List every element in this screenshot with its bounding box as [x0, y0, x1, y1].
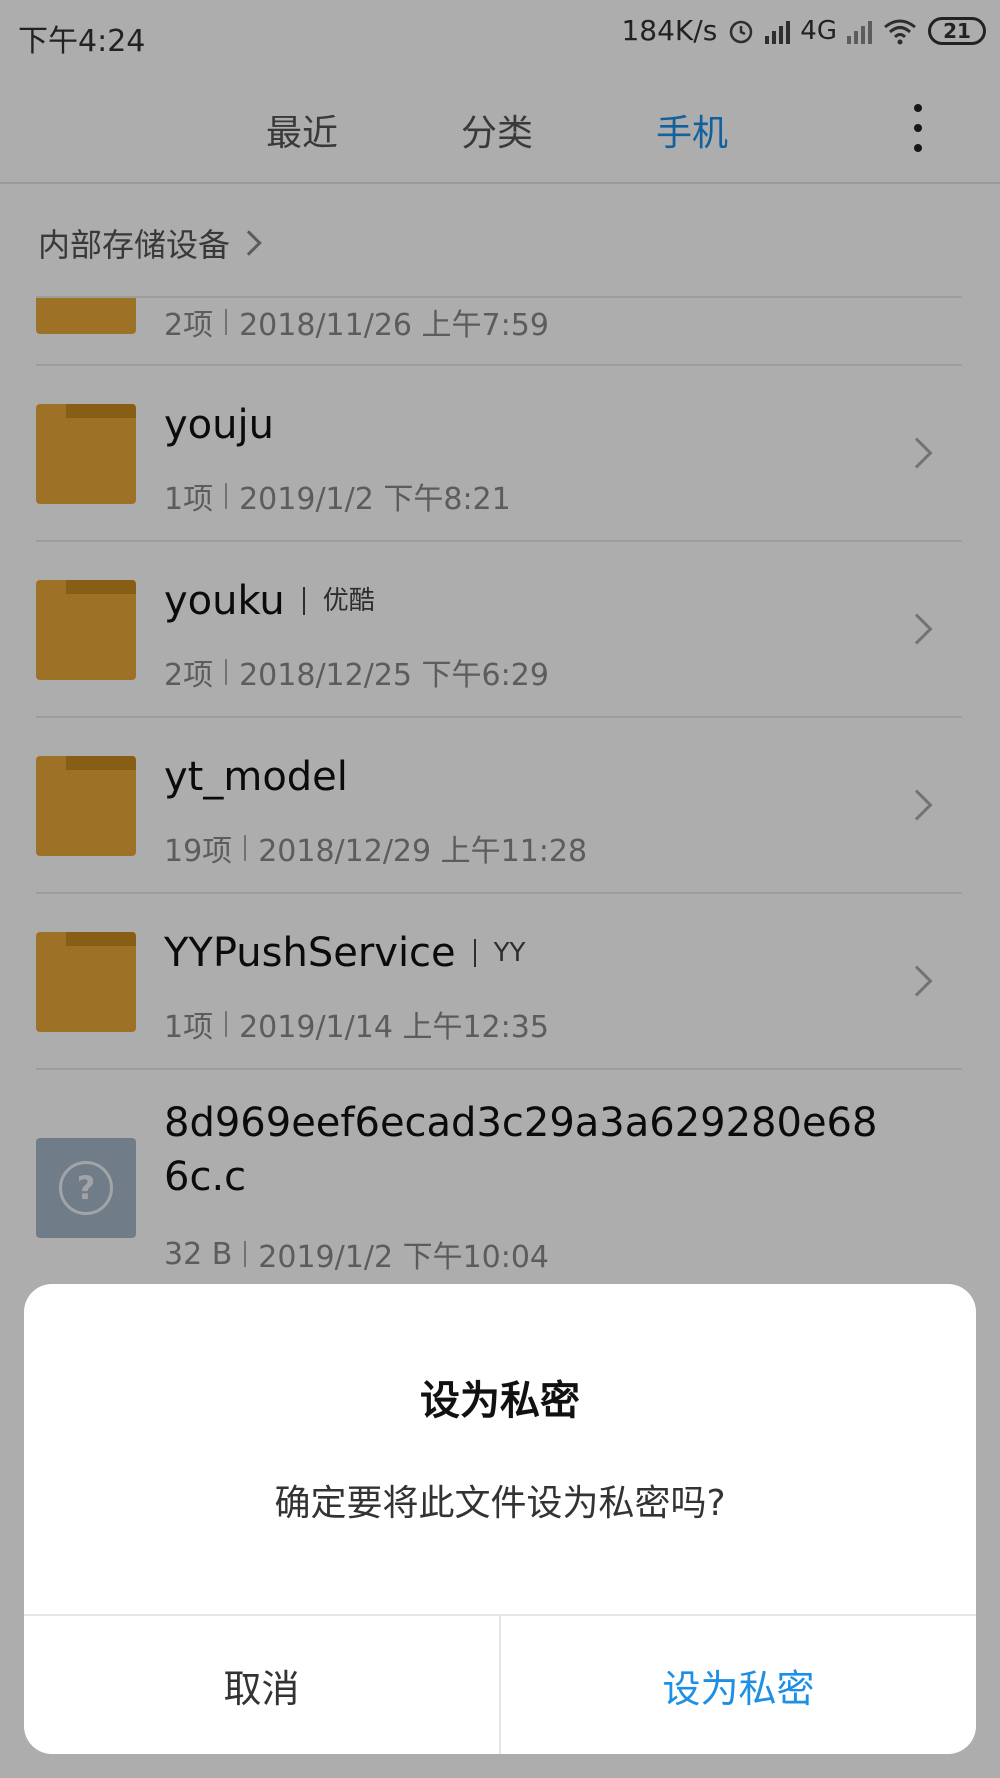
file-manager-screen: 下午4:24 184K/s 4G 21 最近 分类 手机 内部存储设备 2项 20… — [0, 0, 1000, 1778]
set-private-dialog: 设为私密 确定要将此文件设为私密吗? 取消 设为私密 — [24, 1284, 976, 1754]
cancel-button[interactable]: 取消 — [24, 1616, 499, 1754]
watermark: Baidu 经验 — [770, 1698, 937, 1733]
dialog-message: 确定要将此文件设为私密吗? — [274, 1483, 726, 1524]
dialog-title: 设为私密 — [420, 1378, 580, 1424]
